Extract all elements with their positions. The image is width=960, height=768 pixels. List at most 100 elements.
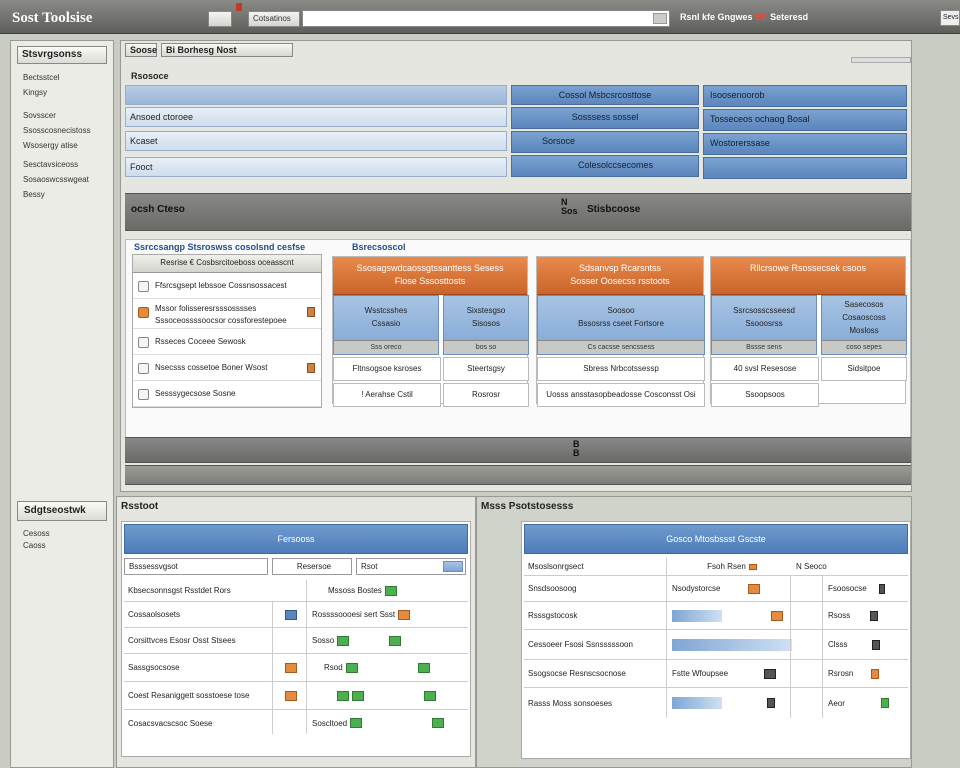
sidebar-sub-item[interactable]: Caoss [23,541,46,550]
panel-scroll-handle[interactable] [851,57,911,63]
table-row[interactable]: Corsittvces Esosr Osst Stsees Sosso [124,628,468,654]
titlebar-menu-button[interactable]: Sevsie [940,10,960,26]
splitter-label[interactable]: B B [573,440,581,458]
right-box[interactable] [703,157,907,179]
strip-row[interactable]: Ansoed ctoroee [125,107,507,127]
card-column[interactable]: Wsstcsshes Cssasio Sss oreco [333,295,439,355]
column-header[interactable]: Fsoh Rsen [668,558,792,575]
app-title: Sost Toolsise [12,10,93,26]
form-field[interactable]: Resersoe [272,558,352,575]
card-cell[interactable]: ! Aerahse Cstil [333,383,441,407]
card-cell[interactable]: Sbress Nrbcotssessp [537,357,705,381]
tab-b[interactable]: Bi Borhesg Nost [161,43,293,57]
right-box[interactable]: Tosseceos ochaog Bosal [703,109,907,131]
table-cell-text: Clsss [828,640,848,649]
card-title: Sdsanvsp Rcarsntss [578,263,662,273]
sidebar-item[interactable]: Bessy [11,187,113,202]
list-item-label: Sssoceossssoocsor cossforestepoee [155,316,287,325]
table-cell: Sassgsocsose [128,663,180,672]
table-cell [278,602,308,627]
list-item[interactable]: Mssor folisseresrsssosssses Sssoceosssso… [133,299,321,329]
dropdown-arrow-icon[interactable] [443,561,463,572]
screen-icon [337,690,349,701]
sidebar-sub-item[interactable]: Cesoss [23,529,50,538]
mid-box[interactable]: Cossol Msbcsrcosttose [511,85,699,105]
card-column[interactable]: Sixstesgso Sisosos bos so [443,295,529,355]
table-row[interactable]: Rsssgstocosk Rsoss [524,602,908,630]
list-item[interactable]: Sesssygecsose Sosne [133,381,321,407]
sidebar-item[interactable]: Wsosergy atise [11,138,113,153]
table-row[interactable]: Cosacsvacscsoc Soese Soscltoed [124,710,468,736]
list-item[interactable]: Nsecsss cossetoe Boner Wsost [133,355,321,381]
card-cell[interactable]: Uosss ansstasopbeadosse Cosconsst Osi [537,383,705,407]
user-icon [871,639,880,650]
card-column-label: Sasecosos Cosaoscoss Mosloss [842,300,886,335]
list-item[interactable]: Rsseces Coceee Sewosk [133,329,321,355]
mid-box[interactable]: Sosssess sossel [511,107,699,129]
titlebar-status: Rsnl kfe Gngwes BE Seteresd [680,12,808,22]
grid-icon [424,690,436,701]
right-box[interactable]: Isoosenoorob [703,85,907,107]
table-divider [306,580,307,734]
table-row[interactable]: Kbsecsonnsgst Rsstdet Rors Mssoss Bostes [124,580,468,602]
share-icon [880,698,889,708]
table-row[interactable]: Coest Resaniggett sosstoese tose [124,682,468,710]
status-badge: BE [755,12,768,22]
right-box[interactable]: Wostorerssase [703,133,907,155]
sidebar-item[interactable]: Bectsstcel [11,70,113,85]
table-row[interactable]: Ssogsocse Resnscsocnose Fstte Wfoupsee R… [524,660,908,688]
card-column[interactable]: Ssrcsosscsseesd Ssooosrss Bssse sens [711,295,817,355]
mid-box[interactable]: Sorsoce [511,131,699,153]
card-cell[interactable]: Sidsitpoe [821,357,907,381]
pin-icon [878,583,885,594]
card-cell[interactable]: Ssoopsoos [711,383,819,407]
table-row[interactable]: Cessoeer Fsosi Ssnsssssoon Clsss [524,630,908,660]
card-column[interactable]: Sasecosos Cosaoscoss Mosloss coso sepes [821,295,907,355]
table-cell-text: Rsod [324,663,343,672]
card-cell[interactable]: 40 svsl Resesose [711,357,819,381]
card-header[interactable]: Rllcrsowe Rsossecsek csoos [711,257,905,295]
table-row[interactable]: Rasss Moss sonsoeses Aeor [524,688,908,718]
tab-a[interactable]: Soose [125,43,157,57]
mid-box[interactable]: Colesolccsecomes [511,155,699,177]
table-cell: Corsittvces Esosr Osst Stsees [128,636,236,645]
strip-row[interactable] [125,85,507,105]
table-row[interactable]: Cossaolsosets Rossssoooesi sert Ssst [124,602,468,628]
table-row[interactable]: Sassgsocsose Rsod [124,654,468,682]
card-cell[interactable]: Steertsgsy [443,357,529,381]
list-item[interactable]: Ffsrcsgsept lebssoe Cossnsossacest [133,273,321,299]
table-divider [822,576,823,718]
sidebar-item[interactable]: Kingsy [11,85,113,100]
table-cell: Rsrosn [824,660,912,687]
table-row[interactable]: Snsdsoosoog Nsodystorcse Fsoosocse [524,576,908,602]
card-column[interactable]: Soosoo Bssosrss cseet Fortsore Cs cacsse… [537,295,705,355]
bookmark-icon [307,363,315,373]
card-header[interactable]: Sdsanvsp Rcarsntss Sosser Oosecss rsstoo… [537,257,703,295]
toolbar-button[interactable] [208,11,232,27]
grey-toolbar-2: B B [125,437,911,463]
sidebar-item[interactable]: Sesctavsiceoss [11,157,113,172]
column-header[interactable]: N Seoco [792,558,912,575]
form-panel: Fersooss Bsssessvgsot Resersoe Rsot Kbse… [121,521,471,757]
card-subtitle: Sosser Oosecss rsstoots [570,276,670,286]
sidebar-header[interactable]: Stsvrgsonss [17,46,107,64]
address-go-button[interactable] [653,13,667,24]
splitter-label[interactable]: N Sos [561,198,578,216]
card-cell[interactable]: Fltnsogsoe ksroses [333,357,441,381]
panel-title: Rsstoot [121,501,159,512]
sidebar-item[interactable]: Ssosscosnecistoss [11,123,113,138]
sidebar-header-2[interactable]: Sdgtseostwk [17,501,107,521]
card-header[interactable]: Ssosagswdcaossgtssanttess Sesess Flose S… [333,257,527,295]
dropdown-field[interactable]: Rsot [356,558,466,575]
column-header[interactable]: Msoslsonrgsect [524,558,664,575]
screen-icon [350,718,363,728]
card-cell[interactable]: Rosrosr [443,383,529,407]
strip-row[interactable]: Fooct [125,157,507,177]
toolbar-tab-button[interactable]: Cotsatinos [248,11,300,27]
card-2: Sdsanvsp Rcarsntss Sosser Oosecss rsstoo… [536,256,705,407]
form-field[interactable]: Bsssessvgsot [124,558,268,575]
strip-row[interactable]: Kcaset [125,131,507,151]
sidebar-item[interactable]: Sosaoswcsswgeat [11,172,113,187]
sidebar-item[interactable]: Sovsscer [11,108,113,123]
address-bar[interactable] [302,10,670,27]
